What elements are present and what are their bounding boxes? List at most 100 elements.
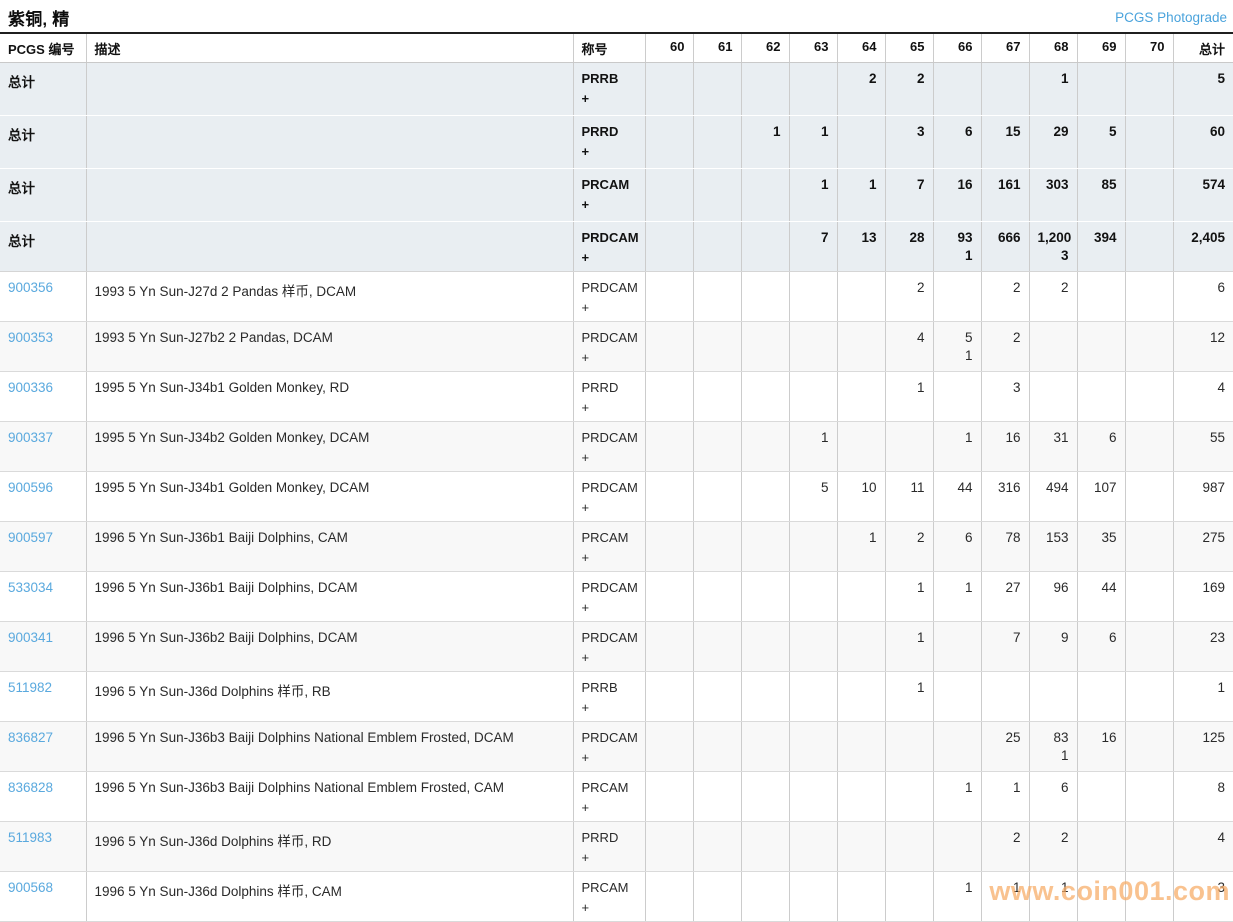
grade-cell-68: 831 — [1029, 722, 1077, 772]
designation-cell: PRCAM+ — [573, 872, 645, 922]
grade-cell-62: 1 — [741, 116, 789, 169]
total-row: 总计PRRB+2215 — [0, 63, 1233, 116]
grade-cell-60 — [645, 63, 693, 116]
pcgs-number-link[interactable]: 900568 — [8, 880, 53, 895]
photograde-link[interactable]: PCGS Photograde — [1115, 10, 1227, 25]
grade-cell-67: 78 — [981, 522, 1029, 572]
grade-cell-67: 316 — [981, 472, 1029, 522]
grade-cell-68: 2 — [1029, 822, 1077, 872]
pcgs-number-link[interactable]: 836828 — [8, 780, 53, 795]
grade-cell-62 — [741, 422, 789, 472]
grade-cell-67: 666 — [981, 222, 1029, 272]
pcgs-number-link[interactable]: 900353 — [8, 330, 53, 345]
description-cell: 1996 5 Yn Sun-J36b3 Baiji Dolphins Natio… — [86, 772, 573, 822]
table-row: 9003361995 5 Yn Sun-J34b1 Golden Monkey,… — [0, 372, 1233, 422]
pcgs-number-link[interactable]: 900341 — [8, 630, 53, 645]
grade-cell-62 — [741, 872, 789, 922]
total-cell: 55 — [1173, 422, 1233, 472]
grade-cell-60 — [645, 872, 693, 922]
grade-cell-65 — [885, 772, 933, 822]
grade-cell-64 — [837, 822, 885, 872]
grade-cell-65: 4 — [885, 322, 933, 372]
designation-cell: PRDCAM+ — [573, 472, 645, 522]
grade-cell-60 — [645, 272, 693, 322]
pcgs-number-cell: 总计 — [0, 169, 86, 222]
grade-cell-65 — [885, 872, 933, 922]
total-cell: 275 — [1173, 522, 1233, 572]
grade-cell-70 — [1125, 63, 1173, 116]
grade-cell-69 — [1077, 272, 1125, 322]
pcgs-number-link[interactable]: 900337 — [8, 430, 53, 445]
pcgs-number-cell: 900341 — [0, 622, 86, 672]
total-cell: 1 — [1173, 672, 1233, 722]
grade-cell-66: 6 — [933, 522, 981, 572]
grade-cell-62 — [741, 272, 789, 322]
total-cell: 5 — [1173, 63, 1233, 116]
designation-cell: PRDCAM+ — [573, 322, 645, 372]
grade-cell-67: 2 — [981, 322, 1029, 372]
grade-cell-66 — [933, 722, 981, 772]
grade-cell-65: 7 — [885, 169, 933, 222]
grade-cell-67: 2 — [981, 272, 1029, 322]
designation-cell: PRRB+ — [573, 63, 645, 116]
col-header-61: 61 — [693, 33, 741, 63]
grade-cell-67: 15 — [981, 116, 1029, 169]
grade-cell-70 — [1125, 472, 1173, 522]
grade-cell-67: 16 — [981, 422, 1029, 472]
pcgs-number-cell: 900568 — [0, 872, 86, 922]
pcgs-number-link[interactable]: 511983 — [8, 830, 52, 845]
pcgs-number-cell: 总计 — [0, 63, 86, 116]
grade-cell-68: 31 — [1029, 422, 1077, 472]
grade-cell-63 — [789, 322, 837, 372]
pcgs-number-link[interactable]: 533034 — [8, 580, 53, 595]
total-cell: 60 — [1173, 116, 1233, 169]
table-row: 9003531993 5 Yn Sun-J27b2 2 Pandas, DCAM… — [0, 322, 1233, 372]
grade-cell-62 — [741, 169, 789, 222]
grade-cell-60 — [645, 672, 693, 722]
grade-cell-70 — [1125, 422, 1173, 472]
grade-cell-61 — [693, 622, 741, 672]
col-header-70: 70 — [1125, 33, 1173, 63]
grade-cell-64: 1 — [837, 522, 885, 572]
col-header-66: 66 — [933, 33, 981, 63]
pcgs-number-link[interactable]: 900597 — [8, 530, 53, 545]
grade-cell-69 — [1077, 772, 1125, 822]
grade-cell-63: 7 — [789, 222, 837, 272]
total-cell: 2,405 — [1173, 222, 1233, 272]
grade-cell-61 — [693, 372, 741, 422]
grade-cell-61 — [693, 672, 741, 722]
grade-cell-65 — [885, 822, 933, 872]
grade-cell-65: 28 — [885, 222, 933, 272]
description-cell: 1996 5 Yn Sun-J36d Dolphins 样币, RB — [86, 672, 573, 722]
grade-cell-67: 161 — [981, 169, 1029, 222]
grade-cell-61 — [693, 722, 741, 772]
pcgs-number-cell: 511982 — [0, 672, 86, 722]
total-cell: 4 — [1173, 822, 1233, 872]
pcgs-number-link[interactable]: 900596 — [8, 480, 53, 495]
grade-cell-64 — [837, 872, 885, 922]
total-row: 总计PRRD+11361529560 — [0, 116, 1233, 169]
pcgs-number-link[interactable]: 900336 — [8, 380, 53, 395]
grade-cell-69 — [1077, 63, 1125, 116]
pcgs-number-link[interactable]: 836827 — [8, 730, 53, 745]
grade-cell-66 — [933, 822, 981, 872]
grade-cell-63 — [789, 722, 837, 772]
pcgs-number-link[interactable]: 511982 — [8, 680, 52, 695]
col-header-total: 总计 — [1173, 33, 1233, 63]
grade-cell-67 — [981, 672, 1029, 722]
grade-cell-61 — [693, 572, 741, 622]
designation-cell: PRDCAM+ — [573, 622, 645, 672]
grade-cell-67: 3 — [981, 372, 1029, 422]
grade-cell-69: 6 — [1077, 422, 1125, 472]
grade-cell-68: 1,2003 — [1029, 222, 1077, 272]
grade-cell-70 — [1125, 222, 1173, 272]
grade-cell-70 — [1125, 772, 1173, 822]
description-cell — [86, 63, 573, 116]
total-cell: 8 — [1173, 772, 1233, 822]
grade-cell-65 — [885, 422, 933, 472]
total-row: 总计PRCAM+1171616130385574 — [0, 169, 1233, 222]
col-header-description: 描述 — [86, 33, 573, 63]
grade-cell-66: 1 — [933, 572, 981, 622]
grade-cell-60 — [645, 322, 693, 372]
pcgs-number-link[interactable]: 900356 — [8, 280, 53, 295]
